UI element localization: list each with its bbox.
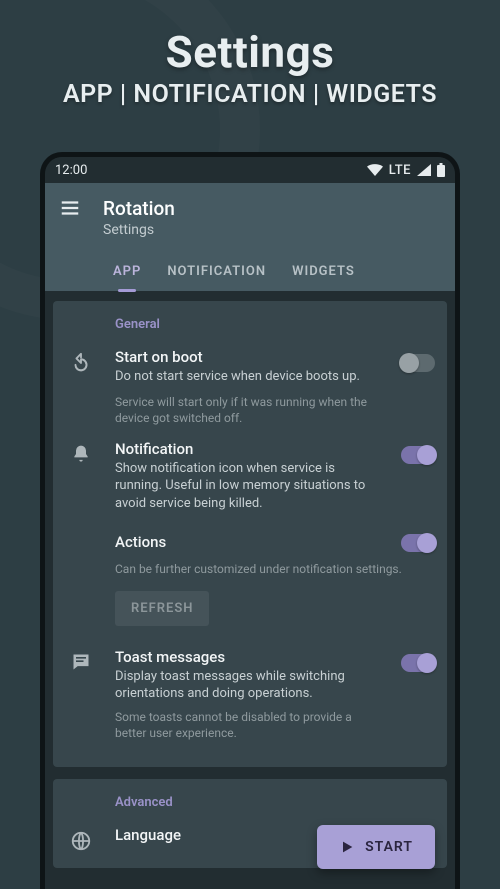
- setting-title: Toast messages: [115, 648, 373, 666]
- tab-widgets[interactable]: WIDGETS: [292, 264, 355, 291]
- setting-title: Notification: [115, 440, 373, 458]
- network-label: LTE: [389, 163, 411, 178]
- toggle-actions[interactable]: [401, 534, 435, 552]
- tab-app[interactable]: APP: [113, 264, 141, 291]
- setting-toast[interactable]: Toast messages Display toast messages wh…: [65, 648, 435, 741]
- setting-title: Start on boot: [115, 348, 373, 366]
- start-label: START: [365, 839, 413, 855]
- wifi-icon: [367, 164, 383, 176]
- app-title: Rotation: [103, 197, 175, 220]
- app-subtitle: Settings: [103, 222, 175, 238]
- setting-actions[interactable]: Actions: [115, 533, 435, 553]
- toggle-toast[interactable]: [401, 654, 435, 672]
- tabs: APP NOTIFICATION WIDGETS: [59, 264, 441, 291]
- play-icon: [339, 839, 355, 855]
- message-icon: [65, 648, 97, 672]
- setting-desc: Display toast messages while switching o…: [115, 668, 373, 703]
- menu-button[interactable]: [59, 197, 81, 219]
- tab-notification[interactable]: NOTIFICATION: [167, 264, 266, 291]
- battery-icon: [437, 163, 445, 177]
- content-area: General Start on boot Do not start servi…: [45, 291, 455, 883]
- setting-notification[interactable]: Notification Show notification icon when…: [65, 440, 435, 513]
- signal-icon: [417, 164, 431, 176]
- section-label-general: General: [115, 317, 435, 332]
- bell-icon: [65, 440, 97, 464]
- setting-hint: Some toasts cannot be disabled to provid…: [115, 709, 373, 741]
- device-frame: 12:00 LTE Rotation Settings APP: [40, 152, 460, 889]
- setting-desc: Show notification icon when service is r…: [115, 460, 373, 513]
- header-titles: Rotation Settings: [103, 197, 175, 238]
- status-time: 12:00: [55, 163, 87, 178]
- globe-icon: [65, 826, 97, 852]
- setting-desc: Do not start service when device boots u…: [115, 368, 373, 386]
- setting-title: Actions: [115, 533, 377, 551]
- setting-hint: Service will start only if it was runnin…: [115, 394, 373, 426]
- refresh-button[interactable]: REFRESH: [115, 591, 209, 626]
- card-general: General Start on boot Do not start servi…: [53, 301, 447, 767]
- status-bar: 12:00 LTE: [45, 157, 455, 183]
- start-button[interactable]: START: [317, 825, 435, 869]
- section-label-advanced: Advanced: [115, 795, 435, 810]
- status-right: LTE: [367, 163, 445, 178]
- restore-icon: [65, 348, 97, 374]
- toggle-notification[interactable]: [401, 446, 435, 464]
- toggle-start-on-boot[interactable]: [401, 354, 435, 372]
- app-header: Rotation Settings APP NOTIFICATION WIDGE…: [45, 183, 455, 291]
- setting-hint: Can be further customized under notifica…: [115, 561, 435, 577]
- setting-start-on-boot[interactable]: Start on boot Do not start service when …: [65, 348, 435, 426]
